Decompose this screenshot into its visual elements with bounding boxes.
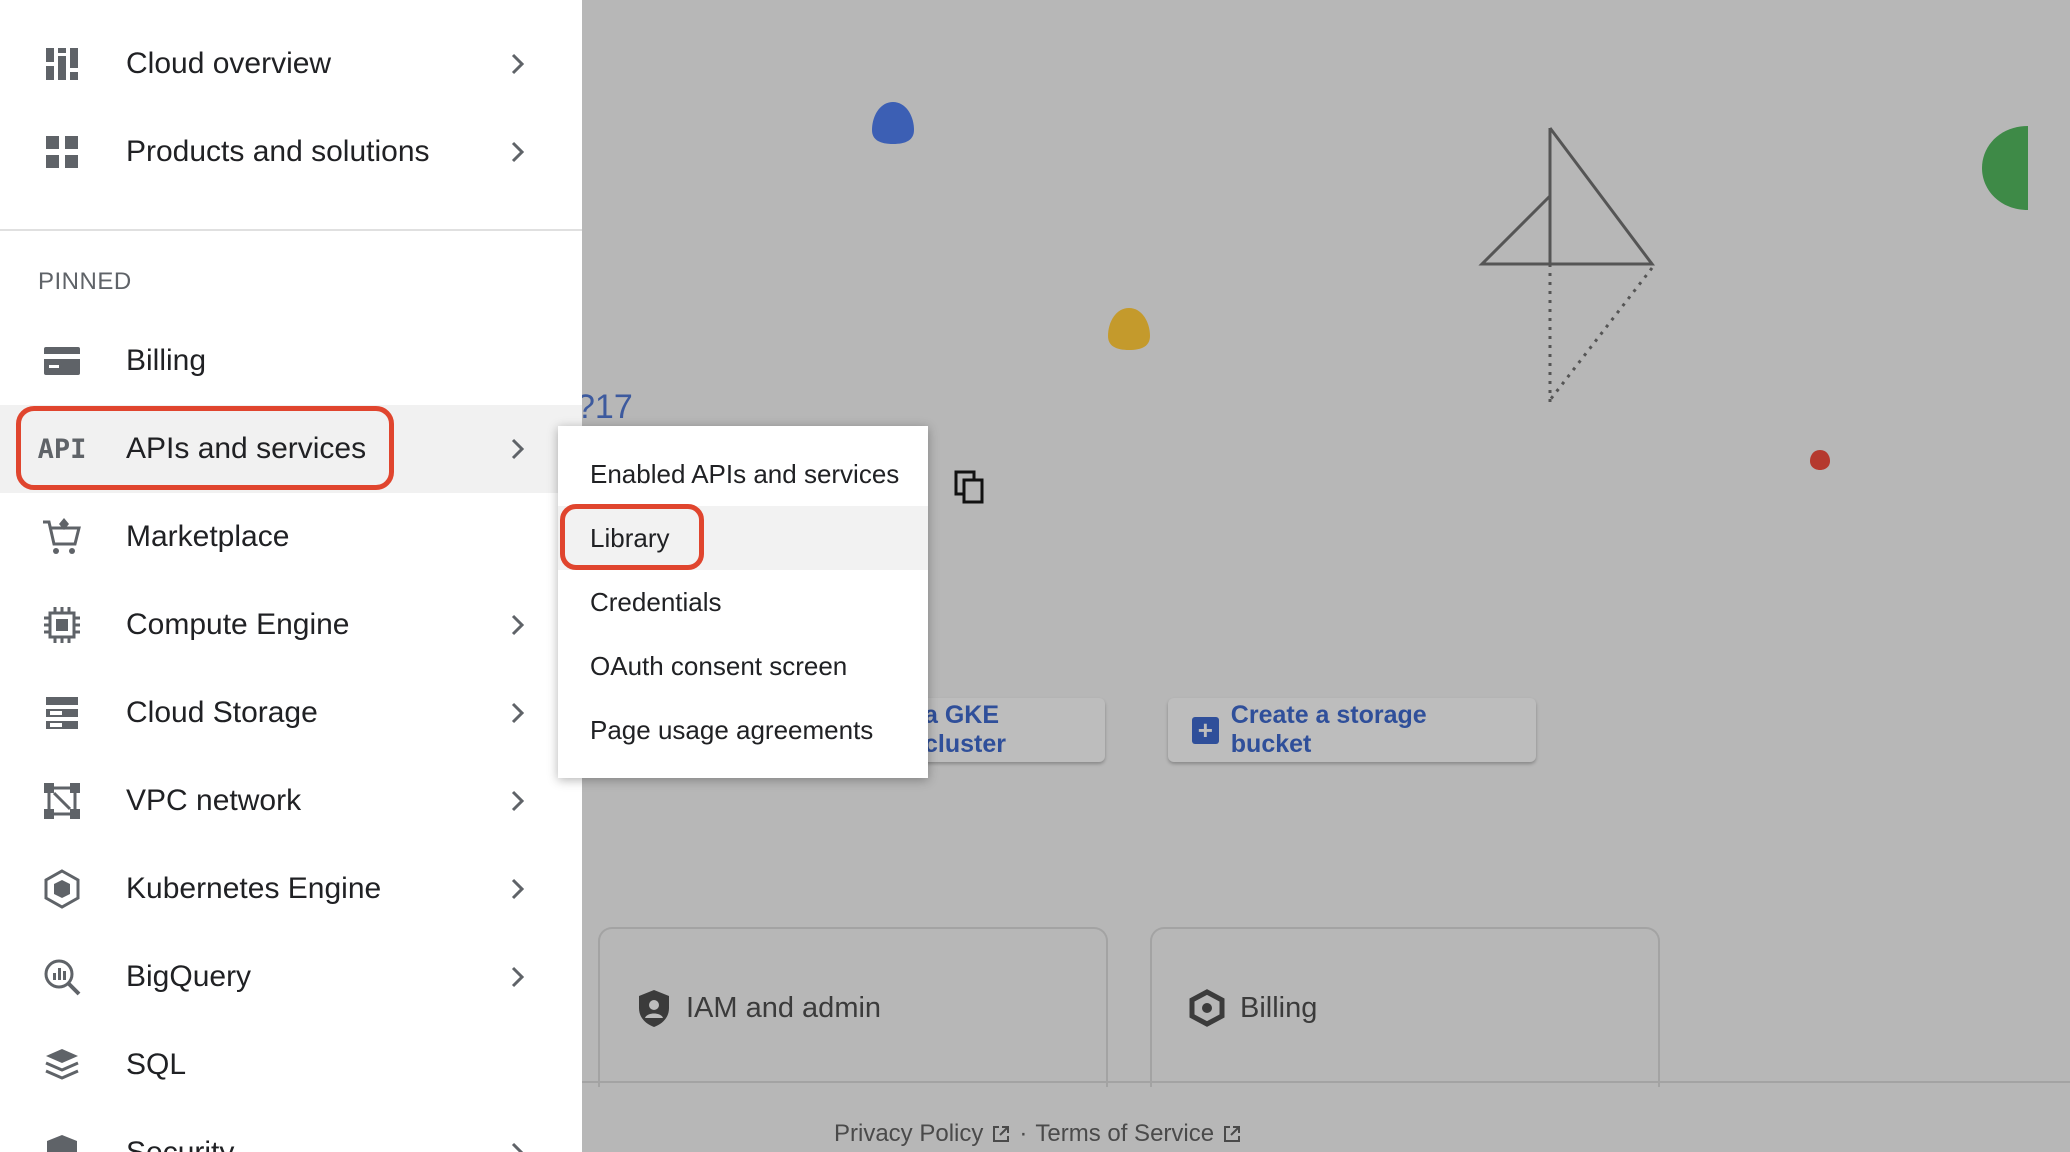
library-highlight-outline <box>560 504 704 570</box>
storage-icon <box>40 691 84 735</box>
submenu-item-oauth-consent-screen[interactable]: OAuth consent screen <box>558 634 928 698</box>
chip-icon <box>40 603 84 647</box>
grid-icon <box>40 130 84 174</box>
nav-item-sql[interactable]: SQL <box>0 1021 582 1109</box>
iam-admin-card[interactable]: IAM and admin <box>598 927 1108 1087</box>
chevron-right-icon <box>511 614 525 636</box>
nav-item-label: Compute Engine <box>126 608 350 641</box>
decorative-green-shape <box>1982 126 2028 210</box>
decorative-red-dot <box>1810 450 1830 470</box>
nav-item-security[interactable]: Security <box>0 1109 582 1152</box>
pinned-section-label: PINNED <box>38 268 132 295</box>
nav-item-label: SQL <box>126 1048 187 1081</box>
chevron-right-icon <box>511 790 525 812</box>
nav-item-label: VPC network <box>126 784 302 817</box>
create-storage-bucket-button[interactable]: + Create a storage bucket <box>1168 698 1536 762</box>
nav-item-cloud-storage[interactable]: Cloud Storage <box>0 669 582 757</box>
bigquery-icon <box>40 955 84 999</box>
decorative-yellow-dot <box>1108 308 1150 350</box>
chevron-right-icon <box>511 53 525 75</box>
nav-item-label: Kubernetes Engine <box>126 872 382 905</box>
apis-submenu: Enabled APIs and services Library Creden… <box>558 426 928 778</box>
external-link-icon <box>1224 1126 1241 1142</box>
nav-item-label: Billing <box>126 344 207 377</box>
footer: Privacy Policy · Terms of Service <box>834 1120 1242 1148</box>
network-icon <box>40 779 84 823</box>
iam-admin-card-label: IAM and admin <box>686 991 882 1024</box>
chevron-right-icon <box>511 438 525 460</box>
footer-divider <box>582 1081 2070 1083</box>
submenu-item-label: OAuth consent screen <box>590 650 848 681</box>
plus-icon: + <box>1192 716 1219 744</box>
chevron-right-icon <box>511 966 525 988</box>
terms-of-service-link[interactable]: Terms of Service <box>1035 1120 1214 1148</box>
cart-icon <box>40 515 84 559</box>
submenu-item-label: Page usage agreements <box>590 714 874 745</box>
footer-separator: · <box>1019 1120 1028 1147</box>
privacy-policy-link[interactable]: Privacy Policy <box>834 1120 983 1148</box>
copy-icon[interactable] <box>952 470 986 504</box>
nav-item-label: Security <box>126 1136 234 1152</box>
create-storage-bucket-label: Create a storage bucket <box>1230 701 1427 758</box>
billing-card-label: Billing <box>1240 991 1318 1024</box>
billing-icon <box>40 339 84 383</box>
nav-item-bigquery[interactable]: BigQuery <box>0 933 582 1021</box>
kubernetes-icon <box>40 867 84 911</box>
nav-item-label: Marketplace <box>126 520 290 553</box>
submenu-item-credentials[interactable]: Credentials <box>558 570 928 634</box>
nav-item-label: Cloud overview <box>126 47 332 80</box>
submenu-item-label: Enabled APIs and services <box>590 458 900 489</box>
nav-item-marketplace[interactable]: Marketplace <box>0 493 582 581</box>
nav-item-label: Products and solutions <box>126 135 430 168</box>
chevron-right-icon <box>511 1142 524 1152</box>
chevron-right-icon <box>511 141 525 163</box>
external-link-icon <box>993 1126 1010 1142</box>
security-icon <box>40 1131 84 1152</box>
decorative-triangle <box>1478 127 1655 402</box>
sql-icon <box>40 1043 84 1087</box>
billing-card[interactable]: Billing <box>1150 927 1660 1087</box>
create-gke-cluster-button[interactable]: a GKE cluster <box>900 698 1105 762</box>
nav-item-billing[interactable]: Billing <box>0 317 582 405</box>
dashboard-icon <box>40 42 84 86</box>
nav-item-compute-engine[interactable]: Compute Engine <box>0 581 582 669</box>
nav-item-label: Cloud Storage <box>126 696 318 729</box>
nav-item-kubernetes-engine[interactable]: Kubernetes Engine <box>0 845 582 933</box>
nav-item-cloud-overview[interactable]: Cloud overview <box>0 20 582 108</box>
navigation-drawer: Cloud overview Products and solutions PI… <box>0 0 582 1152</box>
submenu-item-label: Credentials <box>590 586 722 617</box>
chevron-right-icon <box>511 702 525 724</box>
apis-highlight-outline <box>16 406 394 490</box>
nav-item-products-and-solutions[interactable]: Products and solutions <box>0 108 582 196</box>
nav-divider <box>0 229 582 231</box>
shield-icon <box>639 990 669 1027</box>
create-gke-cluster-label: a GKE cluster <box>924 701 1006 758</box>
decorative-blue-dot <box>872 102 914 144</box>
submenu-item-enabled-apis[interactable]: Enabled APIs and services <box>558 442 928 506</box>
nav-item-label: BigQuery <box>126 960 252 993</box>
project-id-text: ?17 <box>576 388 633 426</box>
billing-hex-icon <box>1189 989 1225 1027</box>
submenu-item-page-usage-agreements[interactable]: Page usage agreements <box>558 698 928 762</box>
nav-item-vpc-network[interactable]: VPC network <box>0 757 582 845</box>
chevron-right-icon <box>511 878 525 900</box>
